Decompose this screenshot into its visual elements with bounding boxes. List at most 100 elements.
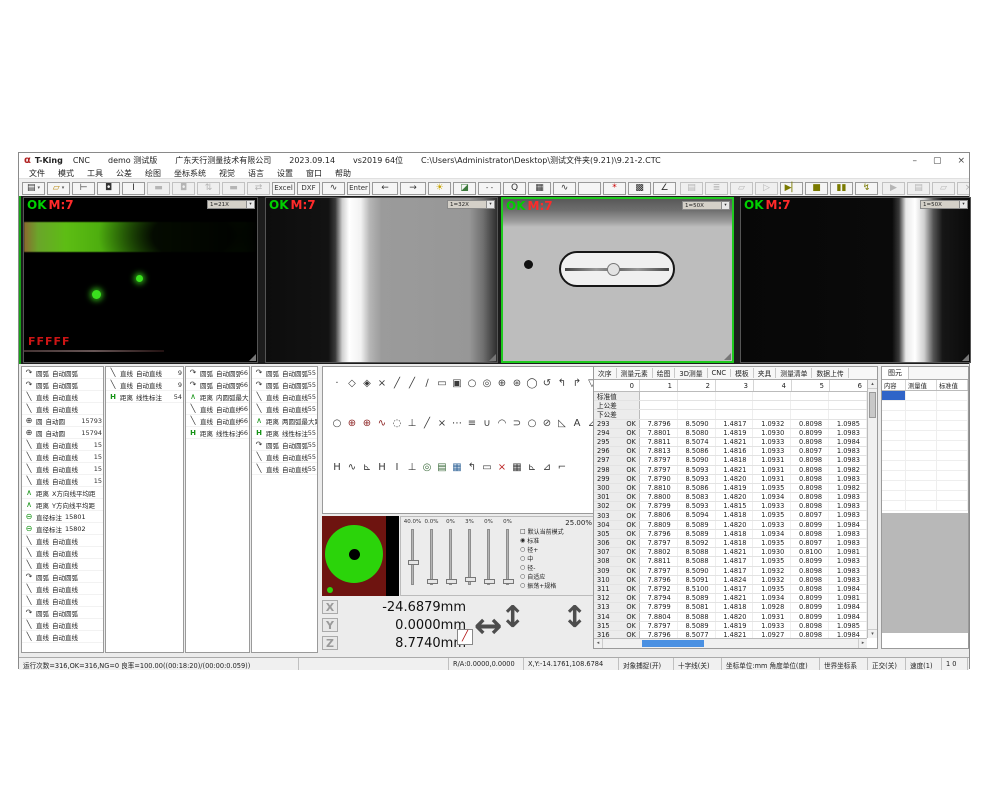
table-row[interactable]: 310OK7.87968.50911.48241.09320.80981.098…	[594, 576, 867, 585]
panel-cell[interactable]	[906, 491, 937, 500]
panel-cell[interactable]	[906, 471, 937, 480]
panel-cell[interactable]	[882, 421, 906, 430]
panel-cell[interactable]	[937, 401, 968, 410]
tool-icon[interactable]: ◺	[556, 417, 568, 431]
tool-icon[interactable]: ∿	[346, 461, 358, 475]
table-row[interactable]: 305OK7.87968.50891.48181.09340.80981.098…	[594, 530, 867, 539]
next-button[interactable]: →	[400, 182, 426, 195]
camera-view-1[interactable]: OKM:7 FFFFF 1=21X ▾	[23, 197, 258, 363]
table-tab-绘图[interactable]: 绘图	[653, 368, 676, 378]
chart-button[interactable]: ∠	[653, 182, 676, 195]
panel-cell[interactable]	[906, 501, 937, 510]
table-tab-测量清单[interactable]: 测量清单	[776, 368, 812, 378]
element-list-item[interactable]: H距离线性标注54	[106, 391, 183, 403]
panel-cell[interactable]	[906, 461, 937, 470]
menu-item-坐标系统[interactable]: 坐标系统	[174, 168, 206, 179]
menu-item-文件[interactable]: 文件	[29, 168, 45, 179]
table-row[interactable]: 296OK7.88138.50861.48161.09330.80971.098…	[594, 447, 867, 456]
light-mode-radio[interactable]: ○径+	[520, 545, 596, 554]
image-button[interactable]: ◪	[453, 182, 476, 195]
scrollbar-thumb[interactable]	[642, 640, 704, 647]
tool-icon[interactable]: ⊾	[526, 461, 538, 475]
enter-button[interactable]: Enter	[347, 182, 370, 195]
slider-track[interactable]	[449, 529, 452, 585]
chevron-down-icon[interactable]: ▾	[721, 202, 729, 209]
tool-icon[interactable]: ⋯	[451, 417, 463, 431]
element-list-item[interactable]: ⊖直径标注15802	[22, 523, 103, 535]
element-list-item[interactable]: ↷圆弧自动圆弧55	[252, 367, 317, 379]
element-list-item[interactable]: ╲直线自动直线	[22, 403, 103, 415]
element-list-item[interactable]: ╲直线自动直线66	[186, 403, 249, 415]
light-mode-radio[interactable]: ○中	[520, 554, 596, 563]
panel-cell[interactable]	[937, 441, 968, 450]
panel-row[interactable]	[882, 431, 968, 441]
table-row[interactable]: 315OK7.87978.50891.48191.09330.80981.098…	[594, 622, 867, 631]
jog-horizontal-arrows[interactable]: ↔	[474, 606, 503, 646]
table-row[interactable]: 308OK7.88118.50881.48171.09350.80991.098…	[594, 557, 867, 566]
jog-mode-button[interactable]: ╱	[457, 629, 473, 645]
tool-icon[interactable]: ⊥	[406, 461, 418, 475]
element-list-item[interactable]: ╲直线自动直线55	[252, 391, 317, 403]
tool-icon[interactable]: ▣	[451, 377, 463, 391]
panel-cell[interactable]	[882, 481, 906, 490]
table-row[interactable]: 304OK7.88098.50891.48201.09330.80991.098…	[594, 521, 867, 530]
element-list-item[interactable]: ↷圆弧自动圆弧55	[252, 379, 317, 391]
menu-item-语言[interactable]: 语言	[248, 168, 264, 179]
table-row[interactable]: 293OK7.87968.50901.48171.09320.80981.098…	[594, 420, 867, 429]
table-row[interactable]: 314OK7.88048.50881.48201.09310.80991.098…	[594, 613, 867, 622]
tool-icon[interactable]: ○	[466, 377, 478, 391]
scroll-left-icon[interactable]: ◂	[594, 639, 603, 648]
tool-icon[interactable]: ∕	[421, 377, 433, 391]
ring-light-circle[interactable]	[325, 525, 383, 583]
slider-thumb[interactable]	[446, 579, 457, 584]
element-list-item[interactable]: ╲直线自动直线	[22, 535, 103, 547]
element-list-item[interactable]: H距离线性标注66	[186, 427, 249, 439]
element-list-item[interactable]: ╲直线自动直线15	[22, 475, 103, 487]
panel-cell[interactable]	[937, 421, 968, 430]
tool-icon[interactable]: ○	[526, 417, 538, 431]
element-list-item[interactable]: ↷圆弧自动圆弧	[22, 367, 103, 379]
table-tab-数据上传[interactable]: 数据上传	[812, 368, 848, 378]
table-tab-模板[interactable]: 模板	[731, 368, 754, 378]
minus-button[interactable]: - -	[478, 182, 501, 195]
panel-cell[interactable]	[882, 431, 906, 440]
tool-icon[interactable]: ⊕	[346, 417, 358, 431]
menu-item-工具[interactable]: 工具	[87, 168, 103, 179]
dxf-button[interactable]: DXF	[297, 182, 320, 195]
table-row[interactable]: 316OK7.87968.50771.48211.09270.80981.098…	[594, 631, 867, 638]
panel-row[interactable]	[882, 441, 968, 451]
tool-icon[interactable]: ╱	[406, 377, 418, 391]
panel-cell[interactable]	[937, 411, 968, 420]
menu-item-公差[interactable]: 公差	[116, 168, 132, 179]
element-list-item[interactable]: ╲直线自动直线	[22, 595, 103, 607]
table-row[interactable]: 307OK7.88028.50881.48211.09300.81001.098…	[594, 548, 867, 557]
light-mode-radio[interactable]: ○径-	[520, 563, 596, 572]
probe-button[interactable]: ◘	[97, 182, 120, 195]
panel-row[interactable]	[882, 491, 968, 501]
element-list-item[interactable]: ∧距离Y方向线平均距	[22, 499, 103, 511]
tool-icon[interactable]: ⊿	[541, 461, 553, 475]
tool-icon[interactable]: ⊘	[541, 417, 553, 431]
panel-cell[interactable]	[937, 471, 968, 480]
panel-row[interactable]	[882, 471, 968, 481]
scroll-right-icon[interactable]: ▸	[858, 639, 867, 648]
element-list-item[interactable]: ↷圆弧自动圆弧66	[186, 367, 249, 379]
tool-icon[interactable]: ◇	[346, 377, 358, 391]
panel-row[interactable]	[882, 481, 968, 491]
table-row[interactable]: 312OK7.87948.50891.48211.09340.80991.098…	[594, 594, 867, 603]
table-tab-3D测量[interactable]: 3D测量	[675, 368, 707, 378]
tool-icon[interactable]: H	[331, 461, 343, 475]
slider-track[interactable]	[430, 529, 433, 585]
menu-item-视觉[interactable]: 视觉	[219, 168, 235, 179]
chevron-down-icon[interactable]: ▾	[486, 201, 494, 208]
tool-icon[interactable]: ↱	[571, 377, 583, 391]
jog-vertical-arrows[interactable]: ↕	[500, 600, 525, 635]
restore-button[interactable]: ▢	[933, 156, 942, 166]
tool-icon[interactable]: ⌐	[556, 461, 568, 475]
table-row[interactable]: 298OK7.87978.50931.48211.09310.80981.098…	[594, 466, 867, 475]
ibeam-button[interactable]: I	[122, 182, 145, 195]
tool-icon[interactable]: ⊾	[361, 461, 373, 475]
panel-row[interactable]	[882, 391, 968, 401]
table-row[interactable]: 294OK7.88018.50801.48191.09300.80991.098…	[594, 429, 867, 438]
table-row[interactable]: 300OK7.88108.50861.48191.09350.80981.098…	[594, 484, 867, 493]
